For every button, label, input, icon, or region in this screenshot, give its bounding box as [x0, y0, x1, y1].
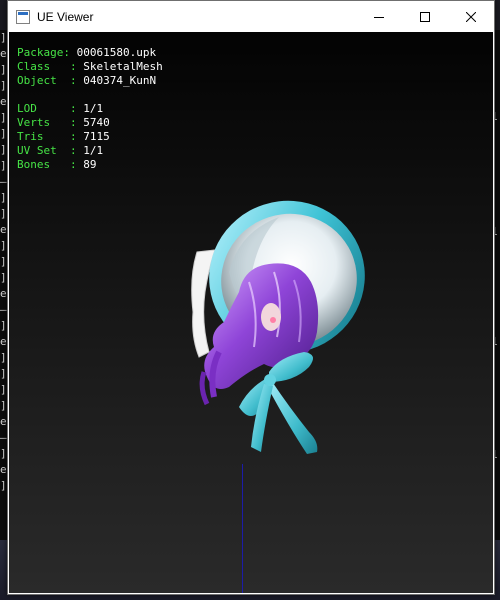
3d-viewport[interactable]: Package: 00061580.upk Class : SkeletalMe…: [9, 32, 493, 593]
title-bar[interactable]: UE Viewer: [8, 1, 494, 32]
info-row-object: Object : 040374_KunN: [17, 74, 157, 87]
minimize-button[interactable]: [356, 1, 402, 32]
skeletal-mesh-render[interactable]: [169, 172, 369, 457]
maximize-icon: [420, 11, 430, 22]
info-row-tris: Tris : 7115: [17, 130, 110, 143]
close-icon: [466, 11, 476, 22]
info-row-lod: LOD : 1/1: [17, 102, 104, 115]
info-row-verts: Verts : 5740: [17, 116, 110, 129]
info-row-uv-set: UV Set : 1/1: [17, 144, 104, 157]
window-controls: [356, 1, 494, 32]
z-axis-line: [242, 464, 243, 593]
window-app-icon: [16, 9, 30, 24]
maximize-button[interactable]: [402, 1, 448, 32]
ue-viewer-window: UE Viewer Package: 00061580.upk Class : …: [7, 0, 495, 595]
info-row-class: Class : SkeletalMesh: [17, 60, 163, 73]
mesh-info-panel: Package: 00061580.upk Class : SkeletalMe…: [17, 46, 163, 172]
info-row-package: Package: 00061580.upk: [17, 46, 157, 59]
close-button[interactable]: [448, 1, 494, 32]
info-row-bones: Bones : 89: [17, 158, 97, 171]
window-title: UE Viewer: [37, 9, 94, 24]
minimize-icon: [374, 16, 384, 18]
